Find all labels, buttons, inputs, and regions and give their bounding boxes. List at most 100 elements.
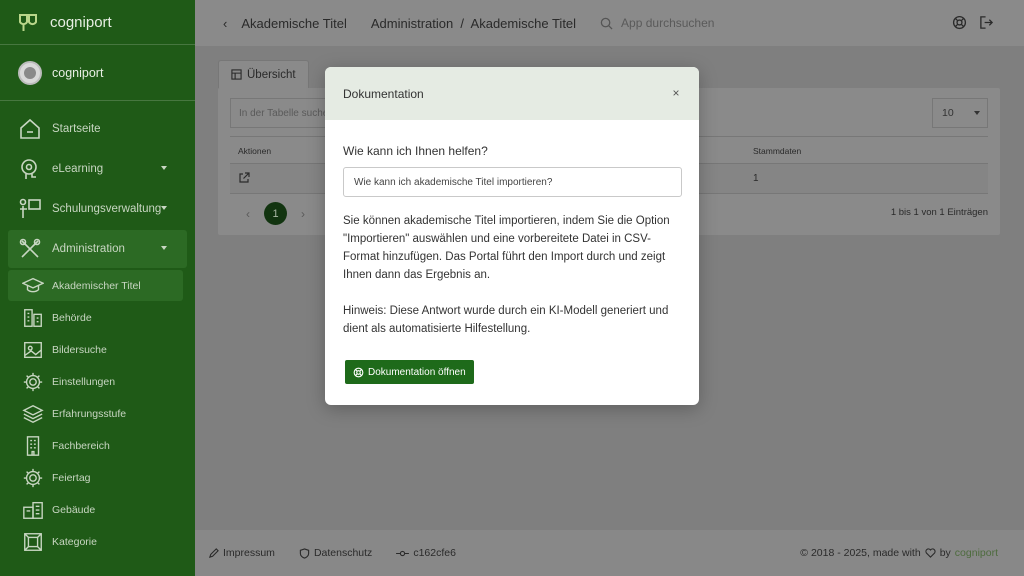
lifebuoy-icon — [353, 367, 364, 377]
sidebar-item-gebaeude[interactable]: Gebäude — [8, 494, 183, 525]
sidebar: cogniport cogniport Startseite eLearning… — [0, 0, 195, 576]
topbar: ‹ Akademische Titel Administration / Aka… — [195, 0, 1024, 46]
prev-page-icon[interactable]: ‹ — [246, 207, 250, 221]
image-icon — [24, 341, 42, 358]
brand-name: cogniport — [50, 13, 112, 31]
sidebar-item-einstellungen[interactable]: Einstellungen — [8, 366, 183, 397]
avatar — [18, 60, 42, 85]
footer-brand-link[interactable]: cogniport — [955, 547, 998, 559]
sidebar-item-erfahrungsstufe[interactable]: Erfahrungsstufe — [8, 398, 183, 429]
main-nav: Startseite eLearning Schulungsverwaltung… — [0, 101, 195, 557]
answer-text: Sie können akademische Titel importieren… — [343, 212, 681, 338]
office-building-icon — [26, 435, 40, 456]
documentation-modal: Dokumentation × Wie kann ich Ihnen helfe… — [325, 67, 699, 405]
commit-hash: c162cfe6 — [413, 547, 456, 559]
external-link-icon[interactable] — [238, 172, 250, 184]
gear-icon — [23, 372, 43, 391]
modal-title: Dokumentation — [343, 86, 424, 101]
column-header-aktionen[interactable]: Aktionen — [238, 146, 271, 156]
cell-stammdaten: 1 — [753, 173, 759, 184]
sidebar-item-label: eLearning — [52, 163, 104, 175]
sidebar-item-label: Feiertag — [52, 471, 91, 484]
entries-range: 1 bis 1 von 1 Einträgen — [890, 207, 988, 218]
table-icon — [231, 69, 242, 80]
copyright-text: © 2018 - 2025, made with — [800, 547, 921, 559]
page-size-select[interactable]: 10 — [932, 98, 988, 128]
sidebar-item-feiertag[interactable]: Feiertag — [8, 462, 183, 493]
pen-icon — [208, 547, 219, 558]
sidebar-item-startseite[interactable]: Startseite — [0, 110, 187, 148]
sidebar-item-label: Startseite — [52, 123, 101, 135]
page-button-current[interactable]: 1 — [264, 202, 287, 225]
chevron-down-icon — [161, 166, 167, 170]
close-icon[interactable]: × — [670, 86, 682, 100]
sidebar-item-label: Kategorie — [52, 535, 97, 548]
open-documentation-button[interactable]: Dokumentation öffnen — [345, 360, 474, 384]
datenschutz-label: Datenschutz — [313, 547, 373, 559]
topbar-actions — [952, 15, 994, 30]
sidebar-item-schulungsverwaltung[interactable]: Schulungsverwaltung — [0, 190, 187, 228]
layers-icon — [22, 404, 44, 423]
search-icon — [600, 17, 613, 30]
tools-icon — [19, 238, 41, 258]
sidebar-item-kategorie[interactable]: Kategorie — [8, 526, 183, 557]
heart-icon — [925, 548, 936, 558]
question-input[interactable]: Wie kann ich akademische Titel importier… — [343, 167, 682, 197]
back-icon[interactable]: ‹ — [223, 16, 227, 31]
app-search[interactable]: App durchsuchen — [600, 16, 714, 30]
sidebar-item-label: Administration — [52, 243, 125, 255]
building-icon — [24, 308, 42, 327]
tab-uebersicht[interactable]: Übersicht — [218, 60, 309, 88]
page-title: Akademische Titel — [241, 15, 347, 31]
commit-link[interactable]: c162cfe6 — [396, 547, 456, 559]
question-label: Wie kann ich Ihnen helfen? — [343, 144, 488, 158]
sidebar-item-label: Einstellungen — [52, 375, 116, 388]
help-lifebuoy-icon[interactable] — [952, 15, 967, 30]
table-search-input[interactable]: In der Tabelle suchen — [230, 98, 330, 128]
sidebar-item-label: Behörde — [52, 311, 92, 324]
ai-disclaimer: Hinweis: Diese Antwort wurde durch ein K… — [343, 305, 669, 335]
cogniport-logo-icon — [19, 14, 37, 31]
sidebar-item-label: Fachbereich — [52, 439, 110, 452]
next-page-icon[interactable]: › — [301, 207, 305, 221]
frame-icon — [24, 532, 42, 551]
gear-icon — [23, 468, 43, 487]
buildings-icon — [23, 501, 43, 519]
sidebar-item-label: Schulungsverwaltung — [52, 203, 162, 215]
sidebar-item-elearning[interactable]: eLearning — [0, 150, 187, 188]
sidebar-item-bildersuche[interactable]: Bildersuche — [8, 334, 183, 365]
sidebar-item-label: Akademischer Titel — [52, 279, 141, 292]
chevron-down-icon — [161, 246, 167, 250]
copyright-by: by — [939, 547, 951, 559]
user-name: cogniport — [52, 65, 104, 80]
pagination: ‹ 1 › — [246, 202, 305, 225]
sidebar-item-fachbereich[interactable]: Fachbereich — [8, 430, 183, 461]
sidebar-item-label: Erfahrungsstufe — [52, 407, 127, 420]
tab-bar: Übersicht — [218, 60, 309, 88]
home-icon — [20, 118, 40, 139]
chevron-down-icon — [161, 206, 167, 210]
sidebar-item-akademischer-titel[interactable]: Akademischer Titel — [8, 270, 183, 301]
tab-label: Übersicht — [247, 68, 296, 81]
lightbulb-head-icon — [21, 159, 37, 179]
logout-icon[interactable] — [979, 15, 994, 30]
git-commit-icon — [396, 550, 410, 556]
graduation-cap-icon — [22, 277, 44, 292]
subnav-administration: Akademischer Titel Behörde Bildersuche E… — [0, 270, 195, 557]
modal-body: Wie kann ich Ihnen helfen? Wie kann ich … — [325, 120, 699, 384]
sidebar-item-administration[interactable]: Administration — [8, 230, 187, 268]
sidebar-item-behoerde[interactable]: Behörde — [8, 302, 183, 333]
page-size-value: 10 — [942, 107, 954, 119]
search-input[interactable]: App durchsuchen — [621, 16, 714, 30]
user-profile[interactable]: cogniport — [0, 45, 195, 101]
impressum-link[interactable]: Impressum — [208, 547, 275, 559]
shield-icon — [299, 547, 310, 559]
column-header-stammdaten[interactable]: Stammdaten — [753, 146, 801, 156]
datenschutz-link[interactable]: Datenschutz — [299, 547, 372, 559]
chevron-down-icon — [974, 111, 980, 115]
brand[interactable]: cogniport — [0, 0, 195, 45]
impressum-label: Impressum — [223, 547, 275, 559]
sidebar-item-label: Gebäude — [52, 503, 96, 516]
breadcrumb[interactable]: Administration / Akademische Titel — [371, 16, 576, 31]
modal-header: Dokumentation × — [325, 67, 699, 120]
